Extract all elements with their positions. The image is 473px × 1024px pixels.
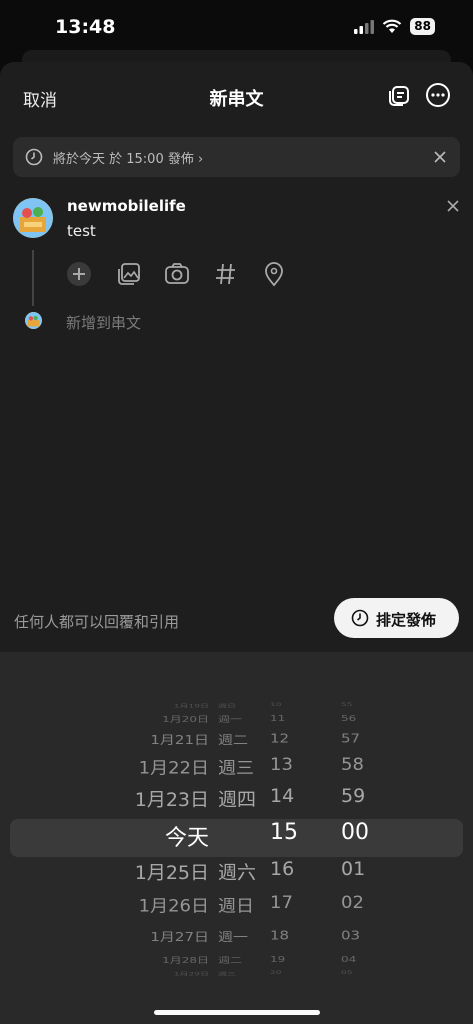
schedule-post-label: 排定發佈 — [376, 611, 437, 629]
picker-weekday: 週日 — [218, 897, 254, 917]
picker-minute: 58 — [341, 755, 364, 775]
home-indicator — [154, 1010, 320, 1015]
picker-weekday: 週一 — [218, 929, 249, 945]
picker-minute: 01 — [341, 858, 366, 880]
picker-minute: 56 — [341, 713, 357, 723]
picker-row[interactable]: 1月26日 週日 17 02 — [0, 893, 473, 923]
picker-date: 1月23日 — [134, 789, 209, 811]
picker-date: 今天 — [164, 826, 209, 851]
picker-hour: 12 — [270, 731, 290, 746]
picker-date: 1月21日 — [150, 732, 209, 748]
schedule-post-button[interactable]: 排定發佈 — [334, 598, 459, 638]
picker-date: 1月27日 — [150, 929, 209, 945]
camera-icon[interactable] — [164, 261, 190, 287]
reply-permission-button[interactable]: 任何人都可以回覆和引用 — [14, 611, 179, 632]
picker-weekday: 週三 — [218, 971, 237, 977]
picker-hour: 16 — [270, 858, 295, 880]
picker-minute: 57 — [341, 731, 361, 746]
picker-date: 1月25日 — [134, 862, 209, 884]
picker-minute: 02 — [341, 893, 364, 913]
schedule-banner[interactable]: 將於今天 於 15:00 發佈 › — [13, 137, 460, 177]
add-to-thread-button[interactable]: 新增到串文 — [66, 312, 141, 333]
picker-row[interactable]: 今天 15 00 — [0, 820, 473, 853]
picker-hour: 20 — [270, 970, 282, 976]
picker-weekday: 週二 — [218, 732, 249, 748]
picker-hour: 17 — [270, 893, 293, 913]
picker-hour: 15 — [270, 820, 298, 845]
picker-row[interactable]: 1月29日 週三 20 05 — [0, 970, 473, 987]
picker-weekday: 週四 — [218, 789, 257, 811]
picker-row[interactable]: 1月23日 週四 14 59 — [0, 785, 473, 817]
gallery-icon[interactable] — [116, 261, 142, 287]
picker-row[interactable]: 1月21日 週二 12 57 — [0, 731, 473, 757]
picker-hour: 19 — [270, 954, 286, 964]
picker-minute: 04 — [341, 954, 357, 964]
picker-hour: 18 — [270, 928, 290, 943]
status-icons: 88 — [354, 18, 435, 35]
picker-date: 1月20日 — [162, 715, 209, 725]
more-options-icon[interactable] — [424, 81, 452, 109]
picker-minute: 05 — [341, 970, 353, 976]
picker-weekday: 週一 — [218, 715, 243, 725]
hashtag-icon[interactable] — [213, 261, 239, 287]
add-icon[interactable] — [66, 261, 92, 287]
picker-minute: 03 — [341, 928, 361, 943]
picker-date: 1月19日 — [173, 703, 209, 709]
picker-row[interactable]: 1月27日 週一 18 03 — [0, 928, 473, 954]
location-icon[interactable] — [261, 261, 287, 287]
drafts-icon[interactable] — [385, 81, 413, 109]
picker-hour: 10 — [270, 702, 282, 708]
status-time: 13:48 — [55, 16, 116, 38]
picker-row[interactable]: 1月25日 週六 16 01 — [0, 858, 473, 890]
picker-minute: 59 — [341, 785, 366, 807]
small-avatar — [25, 312, 42, 329]
signal-icon — [354, 19, 375, 34]
close-icon[interactable] — [434, 151, 446, 163]
avatar — [13, 198, 53, 238]
picker-hour: 11 — [270, 713, 286, 723]
clock-icon — [25, 148, 43, 166]
wifi-icon — [383, 19, 402, 33]
clock-icon — [351, 609, 369, 627]
battery-indicator: 88 — [410, 18, 435, 35]
username: newmobilelife — [67, 197, 186, 215]
picker-hour: 14 — [270, 785, 295, 807]
picker-weekday: 週日 — [218, 703, 237, 709]
picker-weekday: 週二 — [218, 956, 243, 966]
thread-line — [32, 250, 34, 306]
picker-weekday: 週六 — [218, 862, 257, 884]
picker-date: 1月26日 — [138, 897, 209, 917]
picker-weekday: 週三 — [218, 759, 254, 779]
picker-minute: 00 — [341, 820, 369, 845]
post-text-input[interactable]: test — [67, 222, 96, 240]
compose-sheet: 取消 新串文 將於今天 於 15:00 發佈 › newmobilelife t… — [0, 62, 473, 662]
picker-date: 1月28日 — [162, 956, 209, 966]
picker-row[interactable]: 1月22日 週三 13 58 — [0, 755, 473, 785]
picker-minute: 55 — [341, 702, 353, 708]
schedule-banner-text: 將於今天 於 15:00 發佈 › — [53, 152, 204, 167]
picker-hour: 13 — [270, 755, 293, 775]
remove-post-icon[interactable] — [447, 200, 459, 212]
picker-date: 1月29日 — [173, 971, 209, 977]
picker-date: 1月22日 — [138, 759, 209, 779]
